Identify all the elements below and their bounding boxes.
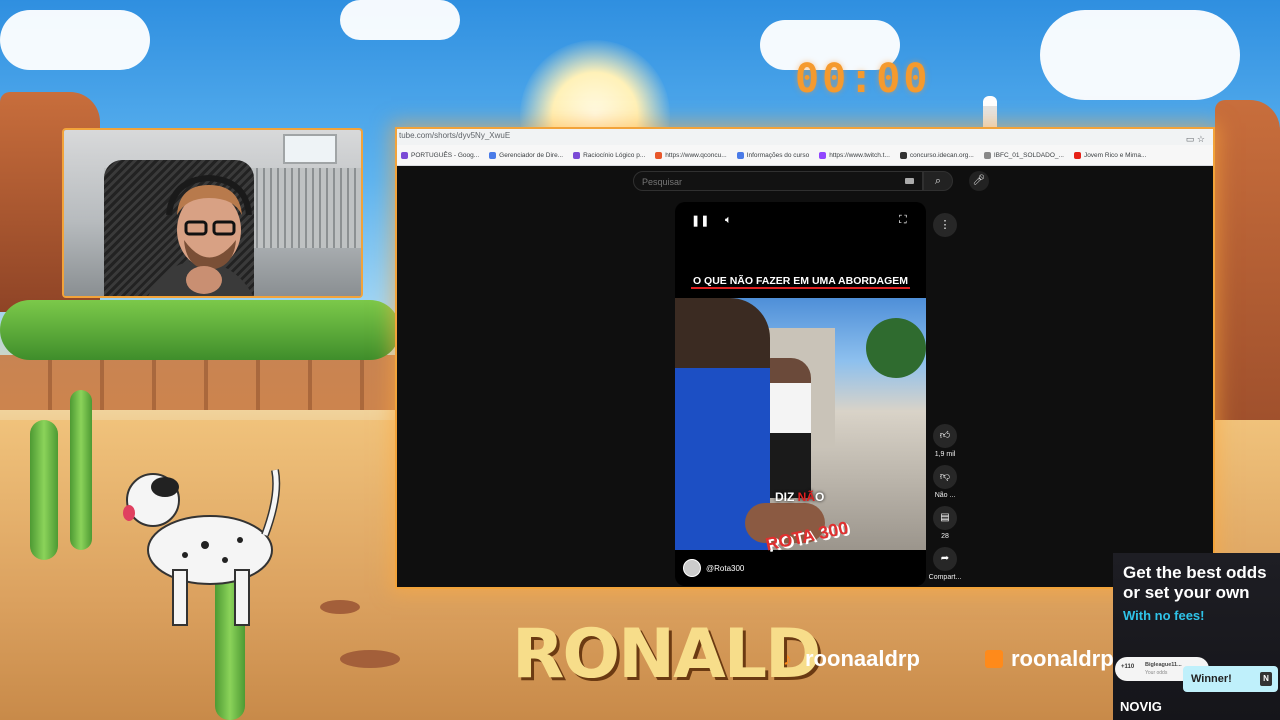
ad-headline: Get the best odds or set your own bbox=[1123, 563, 1267, 602]
bookmark-item[interactable]: Gerenciador de Dire... bbox=[489, 151, 563, 159]
volume-icon[interactable]: 🔈︎ bbox=[725, 214, 732, 227]
bookmark-item[interactable]: Raciocínio Lógico p... bbox=[573, 151, 645, 159]
like-button[interactable]: 👍︎ 1,9 mil bbox=[927, 424, 963, 458]
bookmark-favicon-icon bbox=[819, 151, 827, 159]
cactus bbox=[70, 390, 92, 550]
rock bbox=[320, 600, 360, 614]
search-box[interactable] bbox=[633, 171, 923, 192]
bookmark-item[interactable]: Jovem Rico e Mima... bbox=[1073, 151, 1146, 159]
short-player[interactable]: ❚❚ 🔈︎ ⛶ O QUE NÃO FAZER EM UMA ABORDAGEM… bbox=[675, 202, 926, 586]
browser-window: tube.com/shorts/dyv5Ny_XwuE ▭ ☆ PORTUGUÊ… bbox=[395, 127, 1215, 589]
bookmarks-bar: PORTUGUÊS - Goog... Gerenciador de Dire.… bbox=[397, 145, 1213, 166]
cactus bbox=[30, 420, 58, 560]
bookmark-item[interactable]: https://www.qconcu... bbox=[655, 151, 727, 159]
bookmark-favicon-icon bbox=[1073, 151, 1081, 159]
bookmark-item[interactable]: https://www.twitch.t... bbox=[819, 151, 890, 159]
bookmark-item[interactable]: IBFC_01_SOLDADO_... bbox=[983, 151, 1064, 159]
bookmark-favicon-icon bbox=[401, 151, 408, 159]
cloud bbox=[340, 0, 460, 40]
voice-search-button[interactable]: 🎤︎ bbox=[969, 171, 989, 191]
cloud bbox=[0, 10, 150, 70]
fence bbox=[0, 355, 395, 410]
bookmark-item[interactable]: concurso.idecan.org... bbox=[899, 151, 974, 159]
bookmark-favicon-icon bbox=[573, 151, 581, 159]
search-input[interactable] bbox=[634, 172, 894, 192]
youtube-page: ⌕ 🎤︎ ❚❚ 🔈︎ ⛶ O QUE NÃO FAZER EM UMA ABOR… bbox=[397, 166, 1213, 587]
comment-icon: ▤ bbox=[933, 506, 957, 530]
bookmark-favicon-icon bbox=[983, 151, 991, 159]
channel-avatar[interactable] bbox=[683, 559, 701, 577]
dislike-button[interactable]: 👎︎ Não ... bbox=[927, 465, 963, 499]
bookmark-favicon-icon bbox=[899, 151, 907, 159]
microphone-icon: 🎤︎ bbox=[972, 175, 986, 186]
short-actions: 👍︎ 1,9 mil 👎︎ Não ... ▤ 28 ➦ Compart... bbox=[927, 424, 963, 587]
tiktok-handle: ♪ roonaaldrp bbox=[783, 646, 920, 671]
search-button[interactable]: ⌕ bbox=[923, 171, 953, 191]
short-headline: O QUE NÃO FAZER EM UMA ABORDAGEM bbox=[690, 275, 911, 289]
ad-subline: With no fees! bbox=[1123, 608, 1205, 623]
streamer-name-logo: RONALD bbox=[512, 615, 821, 694]
fullscreen-icon[interactable]: ⛶ bbox=[899, 214, 907, 227]
video-frame: DIZ NÃO ROTA 300 bbox=[675, 298, 926, 555]
bookmark-favicon-icon bbox=[655, 151, 663, 159]
twitch-handle: roonaldrp bbox=[985, 646, 1114, 672]
address-bar[interactable]: tube.com/shorts/dyv5Ny_XwuE ▭ ☆ bbox=[397, 129, 1213, 145]
video-caption: DIZ NÃO bbox=[775, 490, 825, 504]
twitch-icon bbox=[985, 650, 1003, 668]
search-icon: ⌕ bbox=[934, 175, 942, 187]
bookmark-favicon-icon bbox=[489, 151, 497, 159]
streamer bbox=[148, 174, 253, 296]
dog-illustration bbox=[123, 469, 281, 626]
more-options-button[interactable]: ⋮ bbox=[933, 213, 957, 237]
cloud bbox=[1040, 10, 1240, 100]
thumbs-up-icon: 👍︎ bbox=[933, 424, 957, 448]
ad-brand: NOVIG bbox=[1120, 699, 1162, 714]
share-icon: ➦ bbox=[933, 547, 957, 571]
webcam-feed bbox=[62, 128, 363, 298]
extensions-icon[interactable]: ▭ ☆ bbox=[1186, 132, 1205, 146]
tiktok-icon: ♪ bbox=[783, 649, 792, 669]
bookmark-item[interactable]: Informações do curso bbox=[736, 151, 809, 159]
tree-canopy bbox=[0, 300, 400, 360]
bookmark-favicon-icon bbox=[736, 151, 744, 159]
more-vert-icon: ⋮ bbox=[939, 219, 951, 231]
novig-logo-icon: N bbox=[1260, 672, 1272, 686]
ad-winner-badge: Winner! N bbox=[1183, 666, 1278, 692]
thumbs-down-icon: 👎︎ bbox=[933, 465, 957, 489]
keyboard-icon[interactable] bbox=[905, 178, 914, 184]
channel-info[interactable]: @Rota300 bbox=[683, 559, 744, 577]
comments-button[interactable]: ▤ 28 bbox=[927, 506, 963, 540]
rock bbox=[340, 650, 400, 668]
lighthouse bbox=[983, 96, 997, 130]
sponsor-ad[interactable]: Get the best odds or set your own With n… bbox=[1113, 553, 1280, 720]
bookmark-item[interactable]: PORTUGUÊS - Goog... bbox=[401, 151, 479, 159]
channel-name[interactable]: @Rota300 bbox=[706, 564, 744, 573]
share-button[interactable]: ➦ Compart... bbox=[927, 547, 963, 581]
url-text: tube.com/shorts/dyv5Ny_XwuE bbox=[399, 131, 511, 140]
room-window bbox=[283, 134, 337, 164]
pause-icon[interactable]: ❚❚ bbox=[691, 214, 709, 227]
stream-timer: 00:00 bbox=[795, 56, 931, 102]
